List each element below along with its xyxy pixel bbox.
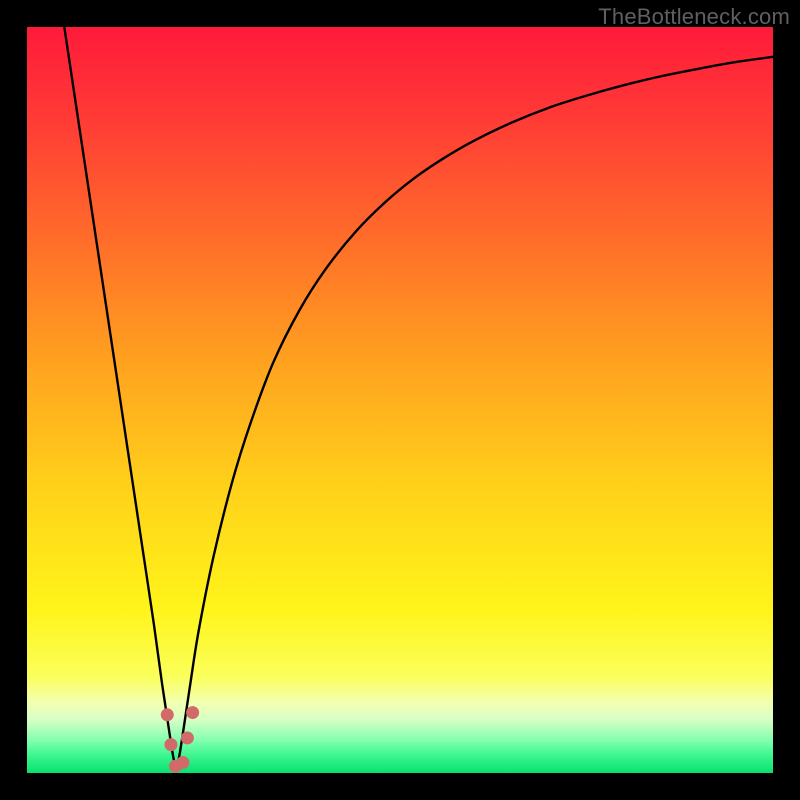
chart-frame: TheBottleneck.com: [0, 0, 800, 800]
plot-area: [27, 27, 773, 773]
marker-right-top: [186, 706, 199, 719]
watermark: TheBottleneck.com: [598, 4, 790, 30]
marker-left-mid: [164, 738, 177, 751]
marker-left-top: [161, 708, 174, 721]
gradient-background: [27, 27, 773, 773]
chart-svg: [27, 27, 773, 773]
marker-bottom-r: [176, 756, 189, 769]
marker-right-mid: [181, 731, 194, 744]
